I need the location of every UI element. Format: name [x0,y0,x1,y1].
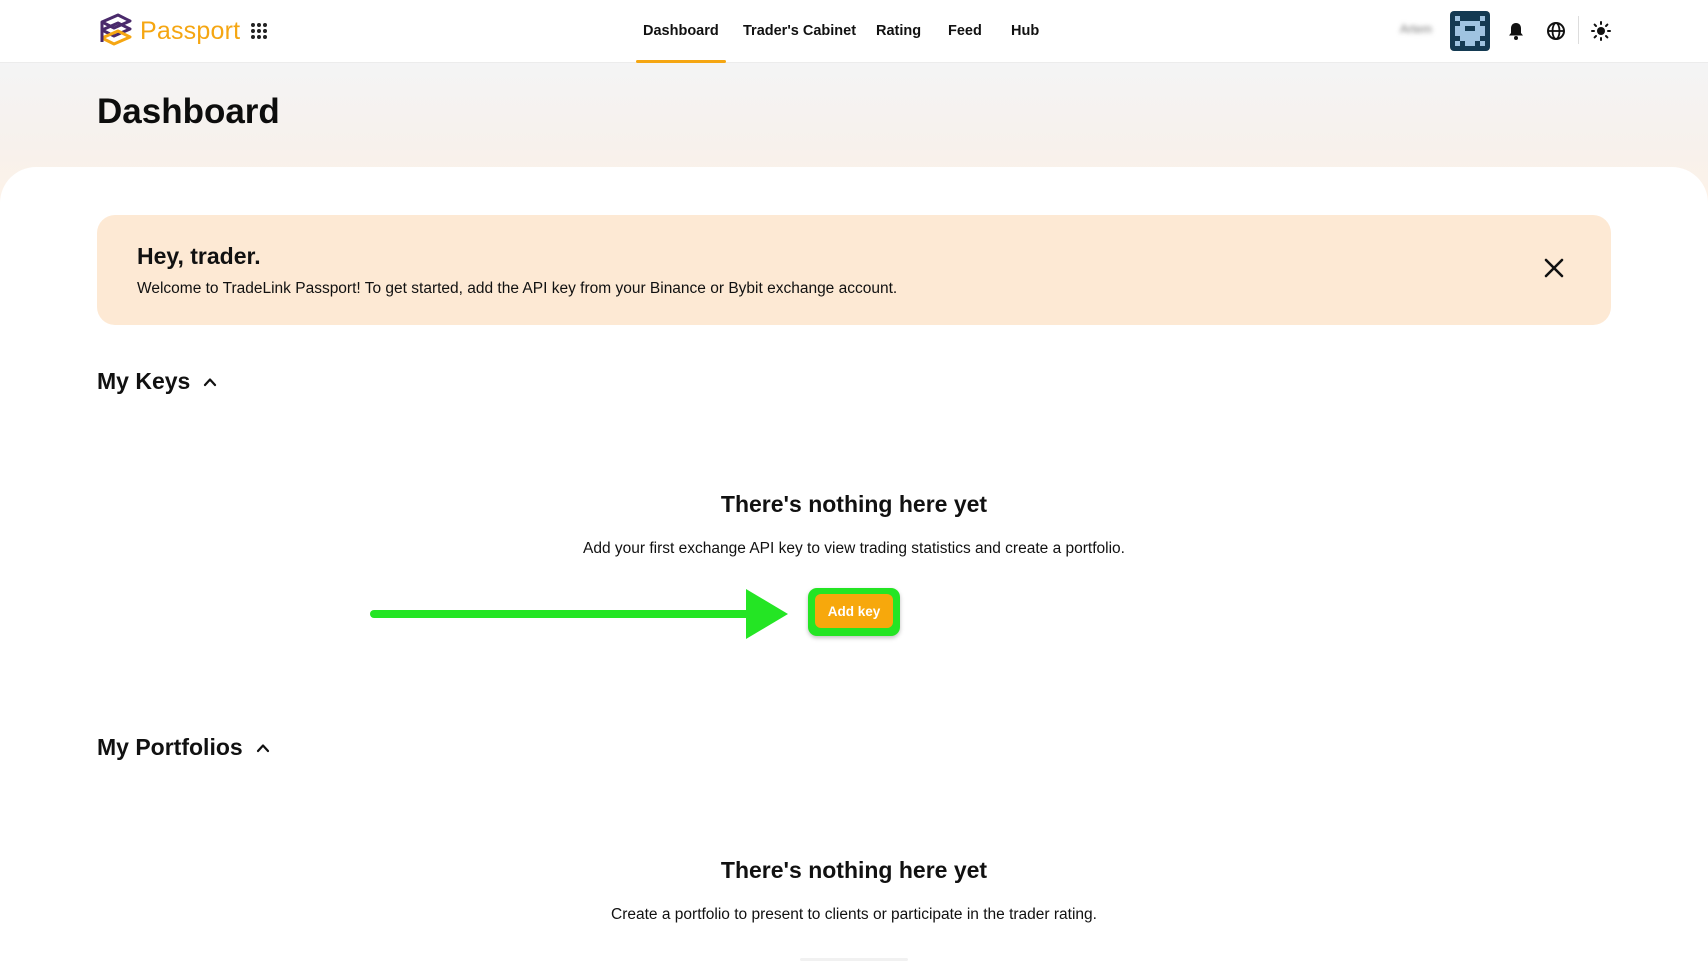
my-portfolios-title: My Portfolios [97,734,243,760]
chevron-up-icon [204,377,217,386]
nav-hub[interactable]: Hub [1011,0,1039,63]
welcome-banner: Hey, trader. Welcome to TradeLink Passpo… [97,215,1611,325]
globe-icon[interactable] [1546,21,1566,41]
sun-icon[interactable] [1591,21,1611,41]
my-portfolios-section-toggle[interactable]: My Portfolios [97,734,271,761]
nav-traders-cabinet[interactable]: Trader's Cabinet [743,0,856,63]
page-title: Dashboard [97,92,280,131]
nav-feed[interactable]: Feed [948,0,982,63]
my-keys-section-toggle[interactable]: My Keys [97,368,218,395]
header-divider [1578,16,1579,44]
bell-icon[interactable] [1506,21,1526,41]
portfolios-empty-title: There's nothing here yet [720,857,988,883]
keys-empty-title: There's nothing here yet [720,491,988,517]
green-arrow-annotation [370,589,788,639]
top-navigation-bar: Passport Dashboard Trader's Cabinet Rati… [0,0,1708,63]
avatar[interactable] [1450,11,1490,51]
chevron-up-icon [256,743,269,752]
pixel-avatar-icon [1450,11,1490,51]
banner-text: Welcome to TradeLink Passport! To get st… [137,280,898,297]
banner-title: Hey, trader. [137,243,261,269]
close-icon[interactable] [1543,257,1565,279]
nav-rating[interactable]: Rating [876,0,921,63]
user-name[interactable]: Artem [1400,22,1432,36]
my-keys-title: My Keys [97,368,191,394]
keys-empty-text: Add your first exchange API key to view … [583,540,1125,557]
portfolios-empty-text: Create a portfolio to present to clients… [611,906,1097,923]
add-key-button[interactable]: Add key [815,594,893,628]
nav-dashboard[interactable]: Dashboard [636,0,726,63]
